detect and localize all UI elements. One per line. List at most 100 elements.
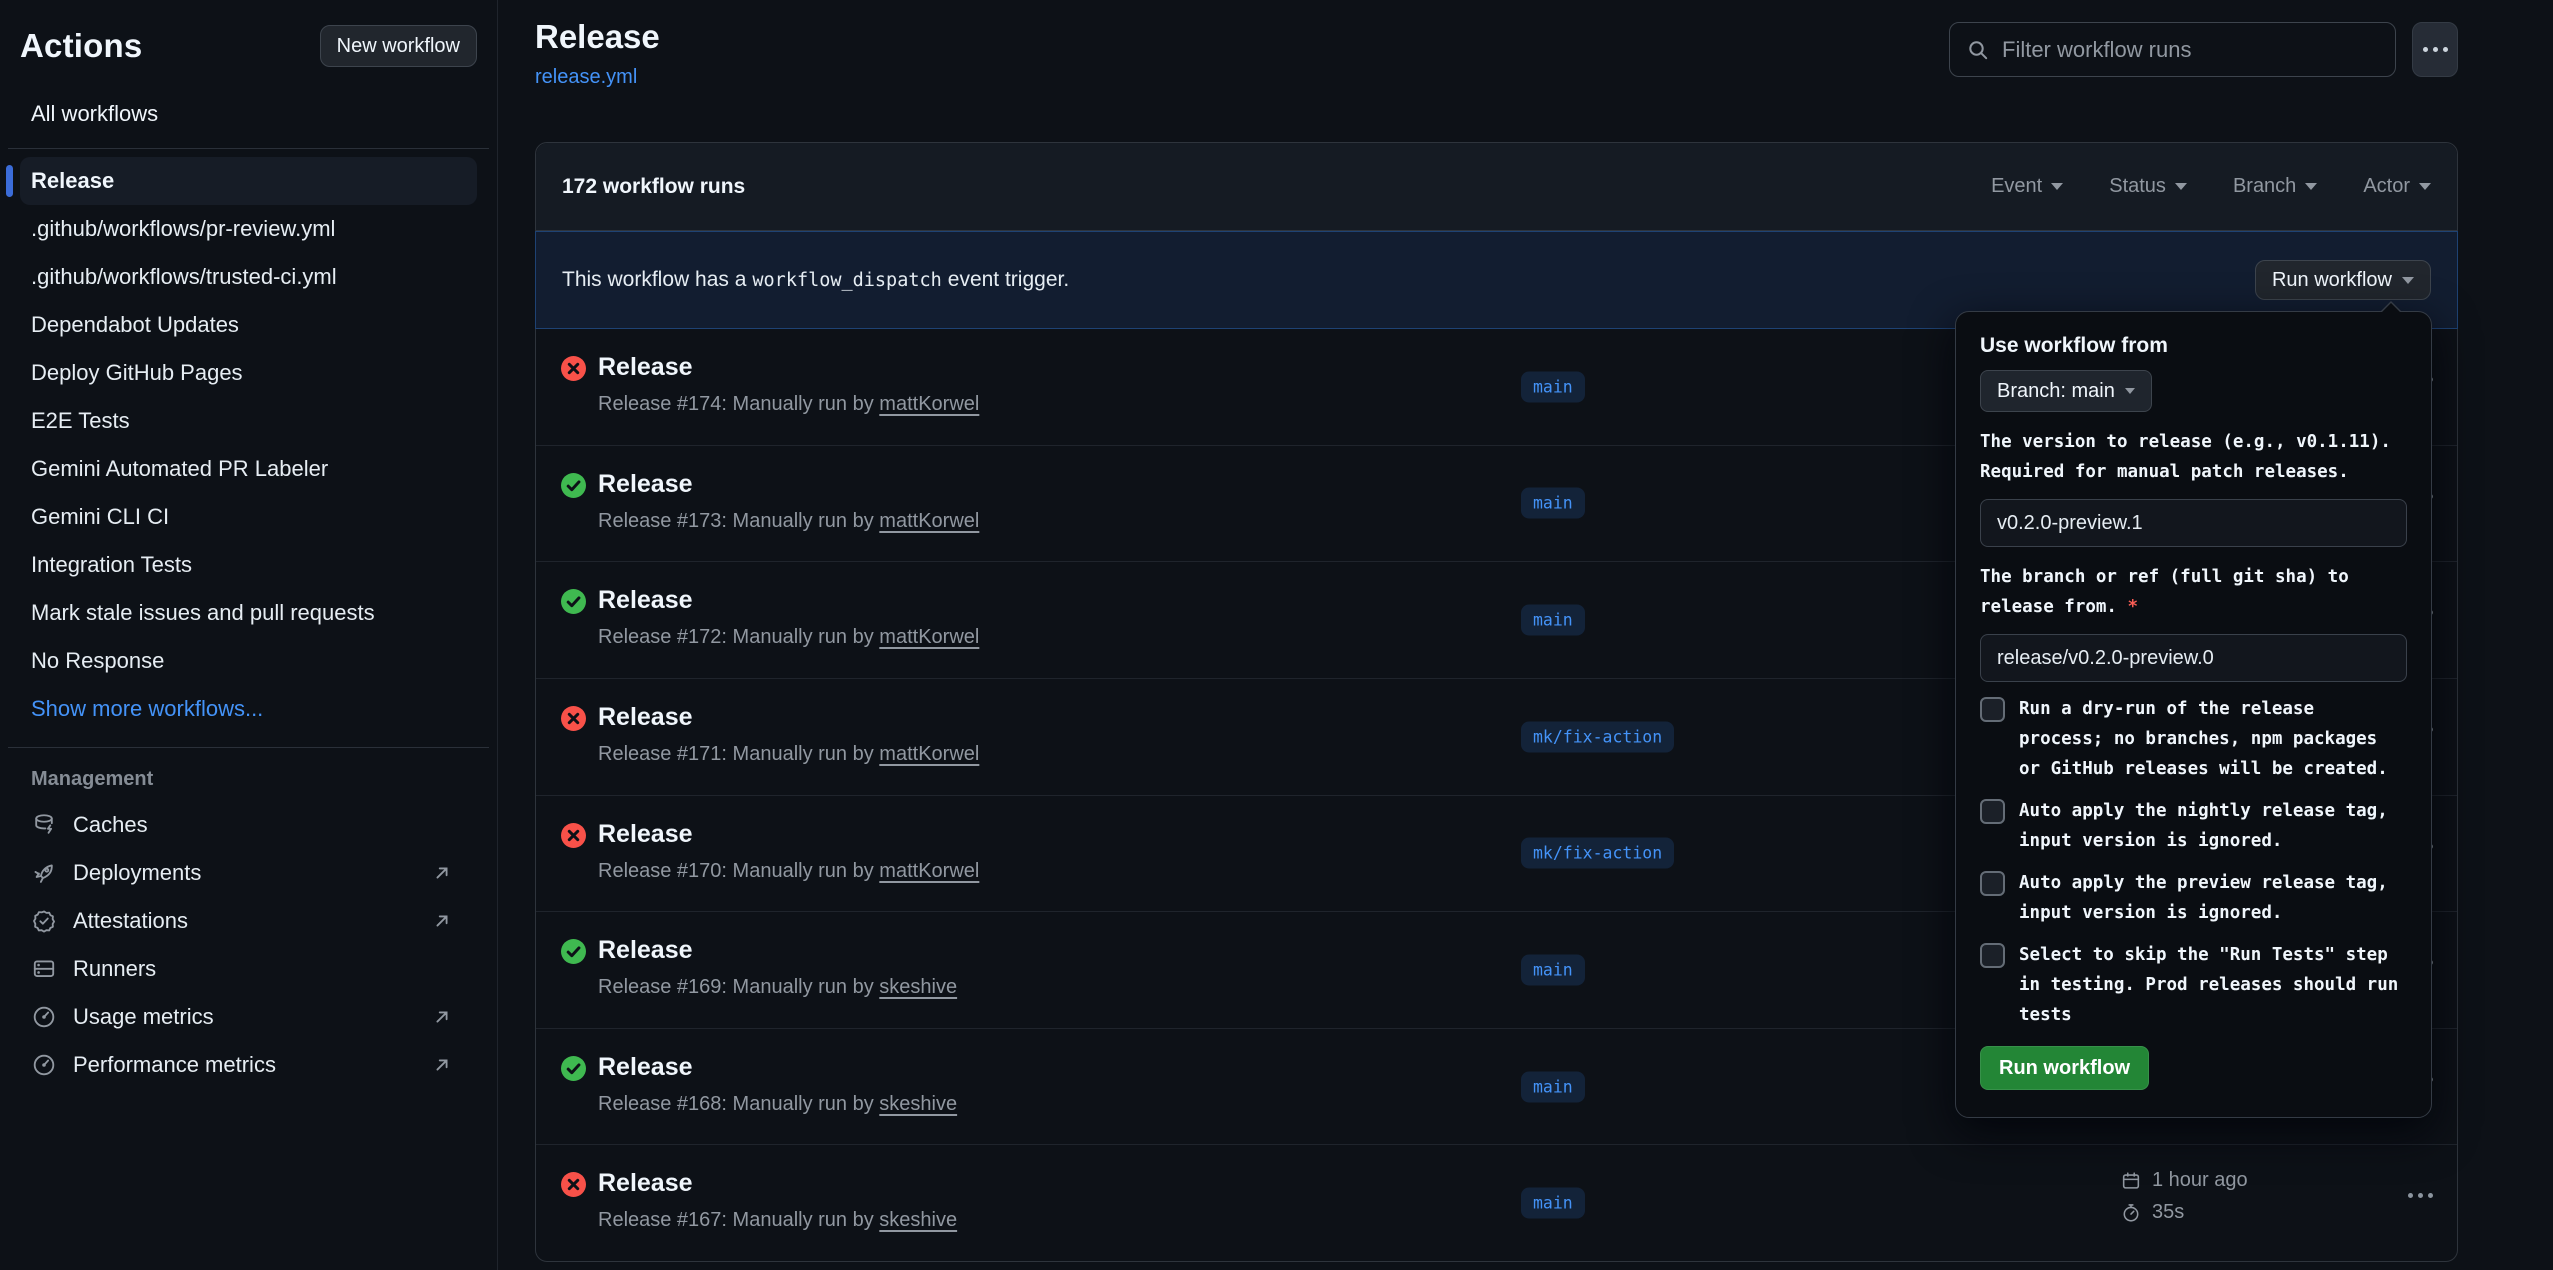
filter-dropdown[interactable]: Status bbox=[2109, 175, 2187, 198]
workflow-item-label: E2E Tests bbox=[31, 408, 130, 434]
sidebar-management-item[interactable]: Attestations bbox=[20, 897, 477, 945]
management-item-label: Attestations bbox=[73, 908, 188, 934]
actor-link[interactable]: mattKorwel bbox=[879, 860, 979, 882]
management-item-label: Performance metrics bbox=[73, 1052, 276, 1078]
sidebar-workflow-item[interactable]: E2E Tests bbox=[20, 397, 477, 445]
filter-workflow-runs-search[interactable] bbox=[1949, 22, 2396, 77]
sidebar-workflow-item[interactable]: Gemini CLI CI bbox=[20, 493, 477, 541]
filter-label: Branch bbox=[2233, 175, 2296, 198]
panel-title: Use workflow from bbox=[1980, 334, 2407, 358]
actor-link[interactable]: skeshive bbox=[879, 1209, 957, 1231]
sidebar-workflow-item[interactable]: Mark stale issues and pull requests bbox=[20, 589, 477, 637]
sidebar-workflow-item[interactable]: .github/workflows/pr-review.yml bbox=[20, 205, 477, 253]
filter-dropdown[interactable]: Branch bbox=[2233, 175, 2317, 198]
sidebar-management-item[interactable]: Usage metrics bbox=[20, 993, 477, 1041]
workflow-list: Release .github/workflows/pr-review.yml … bbox=[20, 157, 477, 685]
run-title-link[interactable]: Release bbox=[598, 470, 693, 499]
sidebar-management-item[interactable]: Caches bbox=[20, 801, 477, 849]
workflow-options-kebab-button[interactable] bbox=[2412, 22, 2458, 77]
actor-link[interactable]: mattKorwel bbox=[879, 393, 979, 415]
actor-link[interactable]: mattKorwel bbox=[879, 626, 979, 648]
page-title: Release bbox=[535, 18, 660, 56]
external-link-icon bbox=[431, 910, 453, 932]
workflow-item-label: Release bbox=[31, 168, 114, 194]
run-workflow-dropdown-button[interactable]: Run workflow bbox=[2255, 260, 2431, 300]
checkbox[interactable] bbox=[1980, 871, 2005, 896]
workflow-item-label: Dependabot Updates bbox=[31, 312, 239, 338]
workflow-run-row[interactable]: Release Release #167: Manually run by sk… bbox=[536, 1144, 2457, 1261]
branch-chip[interactable]: mk/fix-action bbox=[1521, 838, 1674, 869]
actor-link[interactable]: skeshive bbox=[879, 976, 957, 998]
branch-chip[interactable]: main bbox=[1521, 488, 1585, 519]
actor-link[interactable]: mattKorwel bbox=[879, 510, 979, 532]
search-icon bbox=[1966, 38, 1990, 62]
actor-link[interactable]: mattKorwel bbox=[879, 743, 979, 765]
run-description: Release #167: Manually run by skeshive bbox=[598, 1209, 957, 1232]
version-input[interactable] bbox=[1980, 499, 2407, 547]
sidebar-workflow-item[interactable]: No Response bbox=[20, 637, 477, 685]
run-title-link[interactable]: Release bbox=[598, 703, 693, 732]
sidebar-workflow-item[interactable]: Gemini Automated PR Labeler bbox=[20, 445, 477, 493]
run-title-link[interactable]: Release bbox=[598, 353, 693, 382]
workflow-item-label: .github/workflows/trusted-ci.yml bbox=[31, 264, 337, 290]
filter-dropdown[interactable]: Actor bbox=[2363, 175, 2431, 198]
sidebar-workflow-item[interactable]: Release bbox=[20, 157, 477, 205]
run-description: Release #172: Manually run by mattKorwel bbox=[598, 626, 979, 649]
run-kebab-menu-icon[interactable] bbox=[2408, 1193, 2433, 1198]
branch-chip[interactable]: main bbox=[1521, 954, 1585, 985]
branch-chip[interactable]: mk/fix-action bbox=[1521, 721, 1674, 752]
checkbox-label: Auto apply the preview release tag, inpu… bbox=[2019, 868, 2388, 928]
branch-chip[interactable]: main bbox=[1521, 605, 1585, 636]
management-item-label: Caches bbox=[73, 812, 148, 838]
run-status-icon bbox=[561, 473, 586, 498]
sidebar-item-all-workflows[interactable]: All workflows bbox=[20, 94, 477, 134]
run-title-link[interactable]: Release bbox=[598, 820, 693, 849]
checkbox[interactable] bbox=[1980, 943, 2005, 968]
run-title-link[interactable]: Release bbox=[598, 586, 693, 615]
branch-chip[interactable]: main bbox=[1521, 371, 1585, 402]
workflow-file-link[interactable]: release.yml bbox=[535, 66, 637, 89]
sidebar-workflow-item[interactable]: Dependabot Updates bbox=[20, 301, 477, 349]
checkbox[interactable] bbox=[1980, 697, 2005, 722]
sidebar-workflow-item[interactable]: Integration Tests bbox=[20, 541, 477, 589]
checkbox-label: Auto apply the nightly release tag, inpu… bbox=[2019, 796, 2388, 856]
checkbox-label: Select to skip the "Run Tests" step in t… bbox=[2019, 940, 2398, 1030]
filter-dropdown[interactable]: Event bbox=[1991, 175, 2063, 198]
runs-filters: Event Status Branch Actor bbox=[1991, 175, 2431, 198]
show-more-workflows-link[interactable]: Show more workflows... bbox=[20, 685, 477, 733]
actions-sidebar: Actions New workflow All workflows Relea… bbox=[0, 0, 498, 1270]
checkbox[interactable] bbox=[1980, 799, 2005, 824]
branch-chip[interactable]: main bbox=[1521, 1188, 1585, 1219]
new-workflow-button[interactable]: New workflow bbox=[320, 25, 477, 67]
run-description: Release #173: Manually run by mattKorwel bbox=[598, 510, 979, 533]
search-input[interactable] bbox=[2002, 37, 2379, 63]
run-title-link[interactable]: Release bbox=[598, 1169, 693, 1198]
external-link-icon bbox=[431, 1006, 453, 1028]
sidebar-workflow-item[interactable]: .github/workflows/trusted-ci.yml bbox=[20, 253, 477, 301]
ref-input[interactable] bbox=[1980, 634, 2407, 682]
divider bbox=[8, 747, 489, 748]
run-time: 1 hour ago bbox=[2152, 1169, 2248, 1192]
checkbox-label: Run a dry-run of the release process; no… bbox=[2019, 694, 2388, 784]
dispatch-option-row: Auto apply the nightly release tag, inpu… bbox=[1980, 796, 2407, 856]
chevron-down-icon bbox=[2305, 183, 2317, 190]
run-title-link[interactable]: Release bbox=[598, 936, 693, 965]
sidebar-workflow-item[interactable]: Deploy GitHub Pages bbox=[20, 349, 477, 397]
management-item-icon bbox=[31, 1004, 57, 1030]
run-title-link[interactable]: Release bbox=[598, 1053, 693, 1082]
sidebar-title: Actions bbox=[20, 27, 142, 65]
run-status-icon bbox=[561, 589, 586, 614]
external-link-icon bbox=[431, 1054, 453, 1076]
branch-select-button[interactable]: Branch: main bbox=[1980, 370, 2152, 412]
stopwatch-icon bbox=[2120, 1202, 2142, 1224]
management-item-label: Runners bbox=[73, 956, 156, 982]
run-status-icon bbox=[561, 356, 586, 381]
branch-chip[interactable]: main bbox=[1521, 1071, 1585, 1102]
actor-link[interactable]: skeshive bbox=[879, 1093, 957, 1115]
sidebar-management-item[interactable]: Runners bbox=[20, 945, 477, 993]
sidebar-management-item[interactable]: Deployments bbox=[20, 849, 477, 897]
sidebar-management-item[interactable]: Performance metrics bbox=[20, 1041, 477, 1089]
dispatch-option-row: Select to skip the "Run Tests" step in t… bbox=[1980, 940, 2407, 1030]
run-workflow-submit-button[interactable]: Run workflow bbox=[1980, 1046, 2149, 1090]
chevron-down-icon bbox=[2051, 183, 2063, 190]
